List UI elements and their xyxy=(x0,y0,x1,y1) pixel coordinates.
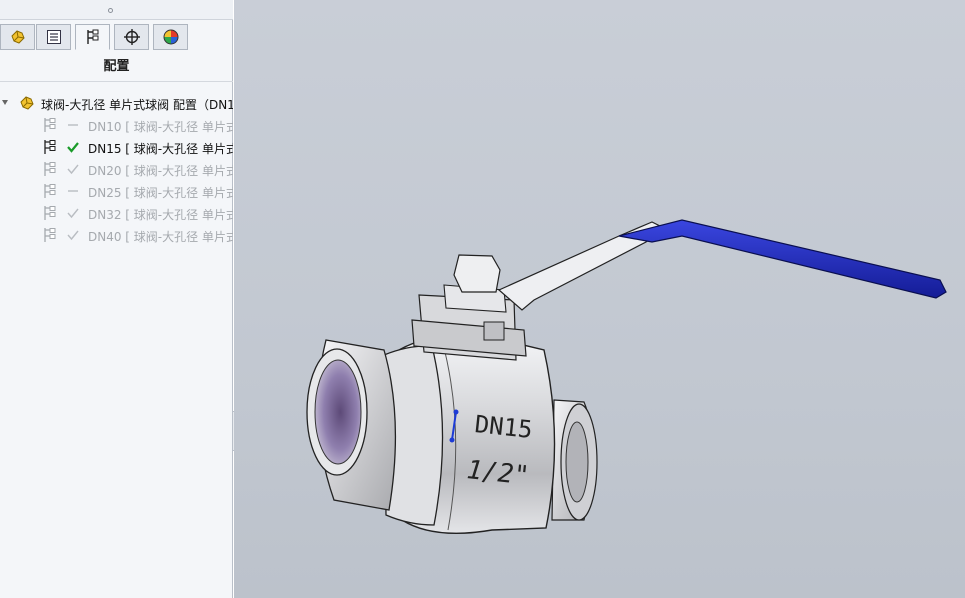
manager-tabs xyxy=(0,22,233,50)
configuration-item[interactable]: DN32 [ 球阀-大孔径 单片式 xyxy=(0,202,233,224)
tree-root[interactable]: 球阀-大孔径 单片式球阀 配置（DN1 xyxy=(0,92,233,114)
configuration-item-label: DN20 [ 球阀-大孔径 单片式 xyxy=(88,164,233,178)
valve-stem-assembly xyxy=(411,254,527,361)
configuration-icon xyxy=(44,162,56,176)
configuration-icon xyxy=(44,206,56,220)
configuration-manager-panel: 配置 球阀-大孔径 单片式球阀 配置（DN1 DN10 [ 球阀-大孔径 单片式… xyxy=(0,0,233,598)
configuration-item[interactable]: DN10 [ 球阀-大孔径 单片式 xyxy=(0,114,233,136)
expand-arrow-icon[interactable] xyxy=(2,100,8,105)
property-list-icon xyxy=(46,30,61,44)
configuration-icon xyxy=(44,140,56,154)
configuration-item-label: DN10 [ 球阀-大孔径 单片式 xyxy=(88,120,233,134)
check-icon xyxy=(67,142,79,153)
display-manager-tab[interactable] xyxy=(153,24,188,50)
part-icon xyxy=(20,96,34,110)
dash-icon xyxy=(68,190,78,192)
configuration-item-label: DN32 [ 球阀-大孔径 单片式 xyxy=(88,208,233,222)
dimxpert-manager-tab[interactable] xyxy=(114,24,149,50)
panel-top-bar[interactable] xyxy=(0,0,233,20)
title-divider xyxy=(0,81,233,82)
configuration-icon xyxy=(86,29,98,44)
check-icon xyxy=(67,230,79,241)
appearance-pie-icon xyxy=(163,29,178,45)
configuration-item[interactable]: DN25 [ 球阀-大孔径 单片式 xyxy=(0,180,233,202)
property-manager-tab[interactable] xyxy=(36,24,71,50)
configuration-icon xyxy=(44,184,56,198)
panel-title: 配置 xyxy=(103,59,130,74)
configuration-item-label: DN25 [ 球阀-大孔径 单片式 xyxy=(88,186,233,200)
check-icon xyxy=(67,208,79,219)
crosshair-icon xyxy=(123,29,140,45)
ball-valve-model[interactable]: DN15 1/2" xyxy=(234,0,965,598)
grip-handle-icon[interactable] xyxy=(108,8,113,13)
configuration-icon xyxy=(44,118,56,132)
part-icon xyxy=(10,30,25,44)
configuration-item-label: DN15 [ 球阀-大孔径 单片式 xyxy=(88,142,233,156)
configuration-tree: 球阀-大孔径 单片式球阀 配置（DN1 DN10 [ 球阀-大孔径 单片式 DN1… xyxy=(0,92,233,252)
configuration-manager-tab[interactable] xyxy=(75,24,110,50)
left-end-fitting xyxy=(306,339,397,511)
feature-manager-tab[interactable] xyxy=(0,24,35,50)
configuration-icon xyxy=(44,228,56,242)
configuration-item-label: DN40 [ 球阀-大孔径 单片式 xyxy=(88,230,233,244)
valve-handle[interactable] xyxy=(497,219,947,311)
dash-icon xyxy=(68,124,78,126)
graphics-viewport[interactable]: DN15 1/2" xyxy=(234,0,965,598)
configuration-item[interactable]: DN40 [ 球阀-大孔径 单片式 xyxy=(0,224,233,246)
tree-root-label: 球阀-大孔径 单片式球阀 配置（DN1 xyxy=(41,98,233,112)
configuration-item[interactable]: DN15 [ 球阀-大孔径 单片式 xyxy=(0,136,233,158)
check-icon xyxy=(67,164,79,175)
right-end-fitting xyxy=(551,399,598,521)
configuration-item[interactable]: DN20 [ 球阀-大孔径 单片式 xyxy=(0,158,233,180)
